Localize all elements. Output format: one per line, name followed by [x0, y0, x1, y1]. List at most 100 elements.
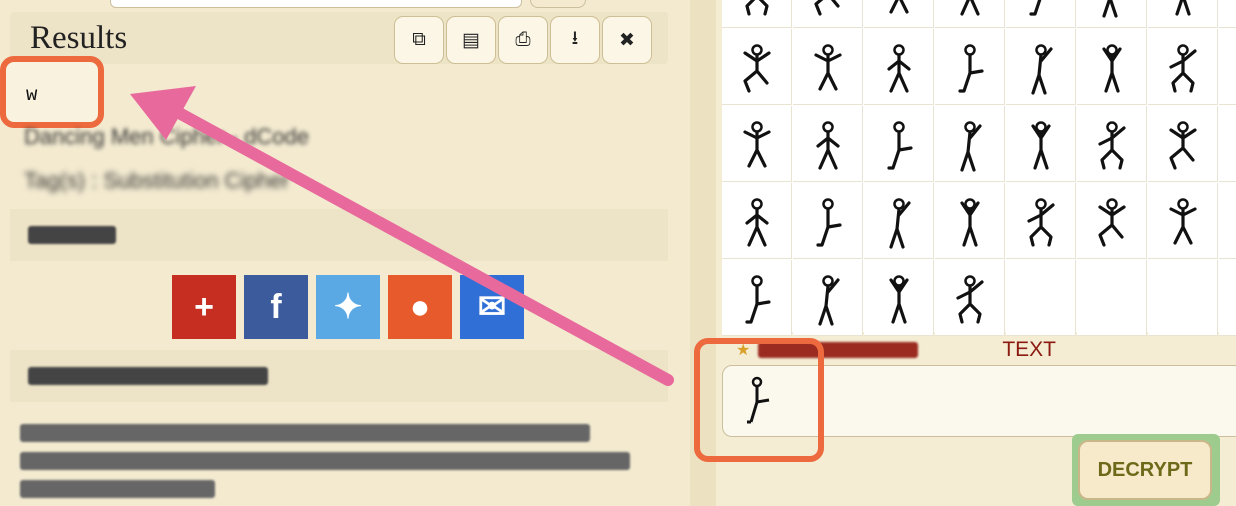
- dancing-man-symbol-icon: [1168, 120, 1197, 170]
- dancing-man-symbol-icon: [1228, 0, 1236, 18]
- print-button[interactable]: ⎙: [498, 16, 548, 64]
- dcode-section-header: [10, 350, 668, 402]
- symbol-cell[interactable]: [1006, 106, 1076, 182]
- reddit-share-button[interactable]: ●: [388, 275, 452, 339]
- symbol-cell[interactable]: [793, 29, 863, 105]
- ciphertext-label: TEXT: [1002, 338, 1056, 361]
- dancing-man-symbol-icon: [815, 197, 842, 247]
- symbol-cell[interactable]: [1219, 183, 1236, 259]
- symbol-cell[interactable]: [864, 0, 934, 28]
- plus-icon: +: [194, 287, 214, 326]
- symbol-cell[interactable]: [1006, 0, 1076, 28]
- save-button[interactable]: ▤: [446, 16, 496, 64]
- facebook-icon: f: [270, 287, 282, 326]
- symbol-cell[interactable]: [935, 183, 1005, 259]
- ciphertext-highlight-box: [694, 338, 824, 462]
- dancing-man-symbol-icon: [1101, 43, 1122, 93]
- dancing-man-symbol-icon: [1030, 120, 1051, 170]
- symbol-cell[interactable]: [1148, 183, 1218, 259]
- symbol-cell[interactable]: [1219, 0, 1236, 28]
- dancing-man-symbol-icon: [886, 43, 911, 93]
- dancing-man-symbol-icon: [813, 0, 840, 16]
- blurred-paragraph-2: [20, 452, 630, 470]
- symbol-cell: [1148, 260, 1218, 336]
- dancing-man-symbol-icon: [744, 274, 771, 324]
- dancing-man-symbol-icon: [1168, 197, 1197, 245]
- dancing-man-symbol-icon: [1168, 43, 1197, 93]
- close-button[interactable]: ✖: [602, 16, 652, 64]
- download-icon: ⭳: [571, 28, 579, 49]
- symbol-cell[interactable]: [722, 29, 792, 105]
- dancing-man-symbol-icon: [888, 197, 911, 249]
- symbol-cell[interactable]: [864, 106, 934, 182]
- dancing-man-symbol-icon: [1028, 0, 1041, 16]
- copy-button[interactable]: ⧉: [394, 16, 444, 64]
- symbol-cell[interactable]: [1006, 29, 1076, 105]
- symbol-cell[interactable]: [722, 183, 792, 259]
- symbol-cell[interactable]: [793, 183, 863, 259]
- symbol-cell: [1006, 260, 1076, 336]
- facebook-share-button[interactable]: f: [244, 275, 308, 339]
- symbol-cell[interactable]: [1077, 0, 1147, 28]
- dancing-man-symbol-icon: [1097, 120, 1126, 170]
- dancing-man-symbol-icon: [1228, 193, 1236, 249]
- result-highlight-box: w: [0, 56, 104, 128]
- search-button-stub[interactable]: [530, 0, 586, 8]
- symbol-cell[interactable]: [1148, 106, 1218, 182]
- symbol-cell[interactable]: [1148, 0, 1218, 28]
- dancing-man-symbol-icon: [959, 197, 980, 247]
- download-button[interactable]: ⭳: [550, 16, 600, 64]
- symbol-cell[interactable]: [793, 106, 863, 182]
- dancing-man-symbol-icon: [813, 43, 842, 91]
- dancing-men-symbol-grid: [722, 0, 1236, 336]
- dancing-man-symbol-icon: [955, 274, 984, 324]
- blurred-paragraph-3: [20, 480, 215, 498]
- bird-icon: ✦: [333, 288, 363, 326]
- decrypt-button[interactable]: DECRYPT: [1078, 440, 1212, 500]
- symbol-cell[interactable]: [1077, 106, 1147, 182]
- symbol-cell[interactable]: [864, 183, 934, 259]
- symbol-cell[interactable]: [935, 0, 1005, 28]
- symbol-cell[interactable]: [1077, 183, 1147, 259]
- email-share-button[interactable]: ✉: [460, 275, 524, 339]
- symbol-cell[interactable]: [1077, 29, 1147, 105]
- symbol-cell[interactable]: [935, 29, 1005, 105]
- search-input-stub[interactable]: [110, 0, 522, 8]
- result-value: w: [26, 84, 38, 106]
- dancing-man-symbol-icon: [1101, 0, 1118, 18]
- google-share-button[interactable]: +: [172, 275, 236, 339]
- blurred-paragraph-1: [20, 424, 590, 442]
- symbol-cell[interactable]: [722, 106, 792, 182]
- symbol-cell[interactable]: [1148, 29, 1218, 105]
- tag-line: Tag(s) : Substitution Cipher: [24, 168, 290, 193]
- close-icon: ✖: [619, 29, 635, 51]
- printer-icon: ⎙: [515, 29, 531, 50]
- dancing-man-symbol-icon: [1228, 39, 1236, 95]
- symbol-cell[interactable]: [1006, 183, 1076, 259]
- symbol-cell: [1077, 260, 1147, 336]
- dancing-man-symbol-icon: [742, 120, 771, 168]
- symbol-cell[interactable]: [864, 260, 934, 336]
- dancing-man-symbol-icon: [1097, 197, 1126, 247]
- dancing-man-symbol-icon: [1228, 116, 1236, 172]
- dancing-man-symbol-icon: [744, 0, 769, 16]
- blurred-heading: [28, 226, 116, 244]
- dancing-man-symbol-icon: [817, 274, 840, 326]
- decrypt-button-frame: DECRYPT: [1072, 434, 1220, 506]
- symbol-cell[interactable]: [793, 0, 863, 28]
- symbol-cell[interactable]: [935, 106, 1005, 182]
- symbol-cell[interactable]: [1219, 106, 1236, 182]
- dancing-man-symbol-icon: [959, 0, 980, 16]
- dancing-man-symbol-icon: [959, 120, 982, 172]
- symbol-cell[interactable]: [722, 0, 792, 28]
- dancing-man-symbol-icon: [1174, 0, 1191, 16]
- symbol-cell[interactable]: [1219, 29, 1236, 105]
- dancing-man-symbol-icon: [744, 197, 769, 247]
- symbol-cell[interactable]: [793, 260, 863, 336]
- symbol-cell[interactable]: [935, 260, 1005, 336]
- symbol-cell[interactable]: [722, 260, 792, 336]
- source-line[interactable]: Dancing Men Cipher - dCode: [24, 124, 309, 150]
- results-panel: Results ⧉ ▤ ⎙ ⭳ ✖ w Dancing Men Cipher -…: [0, 0, 690, 506]
- twitter-share-button[interactable]: ✦: [316, 275, 380, 339]
- symbol-cell[interactable]: [864, 29, 934, 105]
